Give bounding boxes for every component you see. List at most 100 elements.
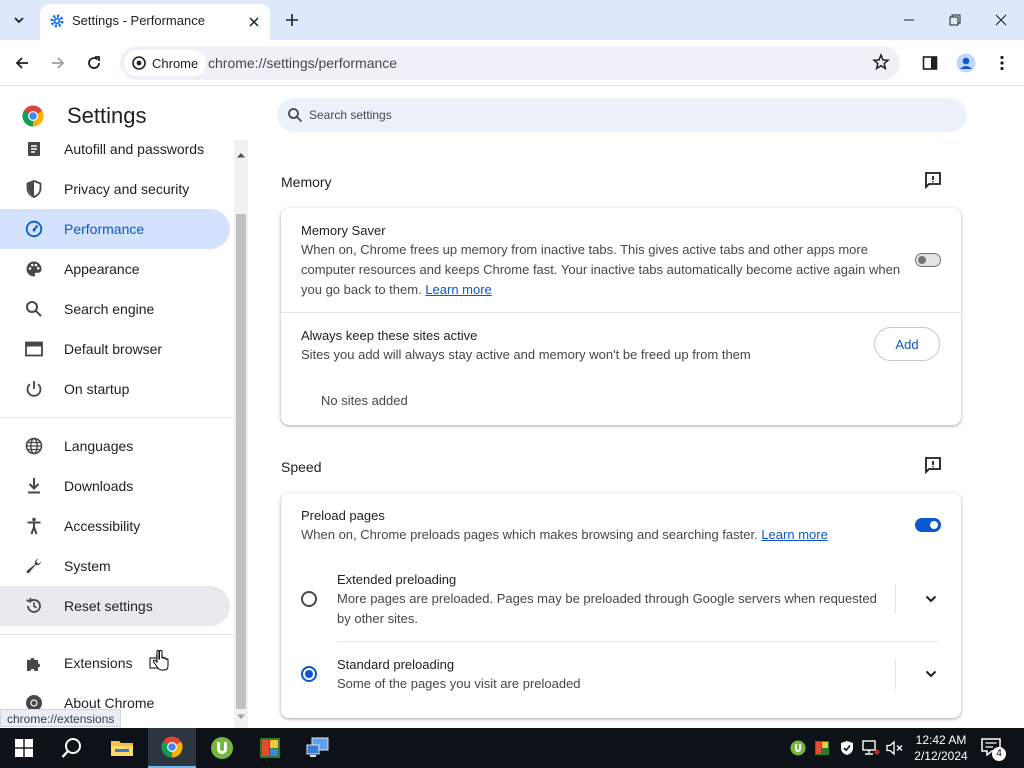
bookmark-star-icon[interactable] [872, 52, 890, 76]
chrome-taskbar-button[interactable] [148, 728, 196, 768]
sidebar-item-search-engine[interactable]: Search engine [0, 289, 230, 329]
reload-icon [88, 56, 100, 69]
memory-saver-toggle[interactable] [915, 253, 941, 267]
plus-icon [286, 14, 298, 26]
back-button[interactable] [8, 49, 36, 77]
link-status-bubble: chrome://extensions [0, 709, 122, 727]
preload-learn-more-link[interactable]: Learn more [761, 527, 827, 542]
sidebar-item-on-startup[interactable]: On startup [0, 369, 230, 409]
sidebar-item-label: Languages [64, 438, 134, 454]
app-taskbar-button[interactable] [246, 728, 294, 768]
sidebar-item-label: Appearance [64, 261, 140, 277]
sidebar-item-reset-settings[interactable]: Reset settings [0, 586, 230, 626]
taskbar-search-button[interactable] [48, 728, 96, 768]
memory-saver-desc-line: you go back to them. [301, 282, 422, 297]
preload-pages-description: When on, Chrome preloads pages which mak… [301, 525, 828, 545]
search-settings-field[interactable]: Search settings [277, 98, 967, 132]
scroll-up-arrow-icon[interactable] [236, 146, 246, 164]
toggle-knob [930, 521, 938, 529]
search-icon [287, 107, 303, 128]
restore-button[interactable] [932, 0, 978, 40]
utorrent-taskbar-button[interactable] [198, 728, 246, 768]
new-tab-button[interactable] [280, 8, 304, 32]
profile-avatar-icon [956, 53, 976, 73]
speedometer-icon [24, 219, 44, 239]
site-info-chip[interactable]: Chrome [124, 50, 207, 76]
clock-time: 12:42 AM [915, 733, 967, 747]
network-tray-icon[interactable] [862, 740, 880, 761]
sidebar-item-extensions[interactable]: Extensions [0, 643, 230, 683]
network-app-taskbar-button[interactable] [294, 728, 342, 768]
app-tray-icon[interactable] [814, 740, 830, 761]
tab-search-button[interactable] [6, 8, 32, 32]
standard-preloading-expand-button[interactable] [921, 664, 941, 684]
menu-button[interactable] [988, 49, 1016, 77]
minimize-button[interactable] [886, 0, 932, 40]
power-icon [24, 379, 44, 399]
utorrent-tray-icon[interactable] [790, 740, 806, 761]
scrollbar-thumb[interactable] [236, 214, 246, 709]
add-site-button[interactable]: Add [874, 327, 940, 361]
standard-preloading-radio[interactable] [301, 666, 317, 682]
sidebar-item-autofill[interactable]: Autofill and passwords [0, 140, 230, 169]
sidebar-item-label: On startup [64, 381, 130, 397]
sidebar-item-privacy[interactable]: Privacy and security [0, 169, 230, 209]
card-divider [281, 312, 961, 313]
preload-pages-toggle[interactable] [915, 518, 941, 532]
mouse-cursor-icon [152, 649, 170, 677]
notification-count-badge: 4 [992, 747, 1006, 761]
file-explorer-button[interactable] [98, 728, 146, 768]
profile-button[interactable] [952, 49, 980, 77]
forward-button[interactable] [44, 49, 72, 77]
sidebar-scrollbar[interactable] [234, 140, 248, 728]
extended-preloading-radio[interactable] [301, 591, 317, 607]
sidebar-item-label: System [64, 558, 111, 574]
side-panel-icon [922, 56, 938, 70]
sidebar-item-languages[interactable]: Languages [0, 426, 230, 466]
sidebar-item-label: Accessibility [64, 518, 141, 534]
sidebar-item-label: Reset settings [64, 598, 153, 614]
sidebar-item-downloads[interactable]: Downloads [0, 466, 230, 506]
search-placeholder: Search settings [309, 108, 392, 122]
palette-icon [24, 259, 44, 279]
url-text[interactable]: chrome://settings/performance [208, 55, 397, 71]
volume-muted-tray-icon[interactable] [886, 740, 904, 761]
close-icon [995, 14, 1007, 26]
start-button[interactable] [0, 728, 48, 768]
windows-logo-icon [15, 739, 33, 757]
standard-preloading-description: Some of the pages you visit are preloade… [337, 676, 581, 691]
memory-saver-title: Memory Saver [301, 223, 386, 238]
sidebar-item-system[interactable]: System [0, 546, 230, 586]
settings-sidebar: Autofill and passwords Privacy and secur… [0, 140, 234, 728]
colorful-app-icon [260, 738, 280, 758]
sidebar-item-accessibility[interactable]: Accessibility [0, 506, 230, 546]
scroll-down-arrow-icon[interactable] [236, 708, 246, 726]
sidebar-item-appearance[interactable]: Appearance [0, 249, 230, 289]
sidebar-item-label: Autofill and passwords [64, 141, 205, 157]
minimize-icon [904, 19, 914, 21]
extended-preloading-expand-button[interactable] [921, 589, 941, 609]
tab-title: Settings - Performance [72, 13, 205, 28]
address-bar[interactable]: Chrome chrome://settings/performance [120, 46, 900, 80]
tab-settings-performance[interactable]: Settings - Performance [40, 4, 270, 40]
reset-icon [24, 596, 44, 616]
side-panel-button[interactable] [916, 49, 944, 77]
close-window-button[interactable] [978, 0, 1024, 40]
autofill-icon [24, 140, 44, 159]
speed-feedback-button[interactable] [922, 455, 944, 475]
extended-preloading-title: Extended preloading [337, 572, 457, 587]
chevron-down-icon [925, 595, 937, 603]
keep-sites-active-description: Sites you add will always stay active an… [301, 347, 751, 362]
memory-feedback-button[interactable] [922, 170, 944, 190]
memory-learn-more-link[interactable]: Learn more [425, 282, 491, 297]
security-tray-icon[interactable] [840, 740, 854, 761]
reload-button[interactable] [80, 49, 108, 77]
chrome-logo-icon [132, 56, 146, 70]
standard-preloading-title: Standard preloading [337, 657, 455, 672]
close-tab-icon[interactable] [244, 12, 264, 32]
feedback-icon [925, 172, 941, 189]
sidebar-item-default-browser[interactable]: Default browser [0, 329, 230, 369]
sidebar-item-performance[interactable]: Performance [0, 209, 230, 249]
sidebar-item-label: Privacy and security [64, 181, 190, 197]
system-clock[interactable]: 12:42 AM 2/12/2024 [910, 732, 972, 764]
